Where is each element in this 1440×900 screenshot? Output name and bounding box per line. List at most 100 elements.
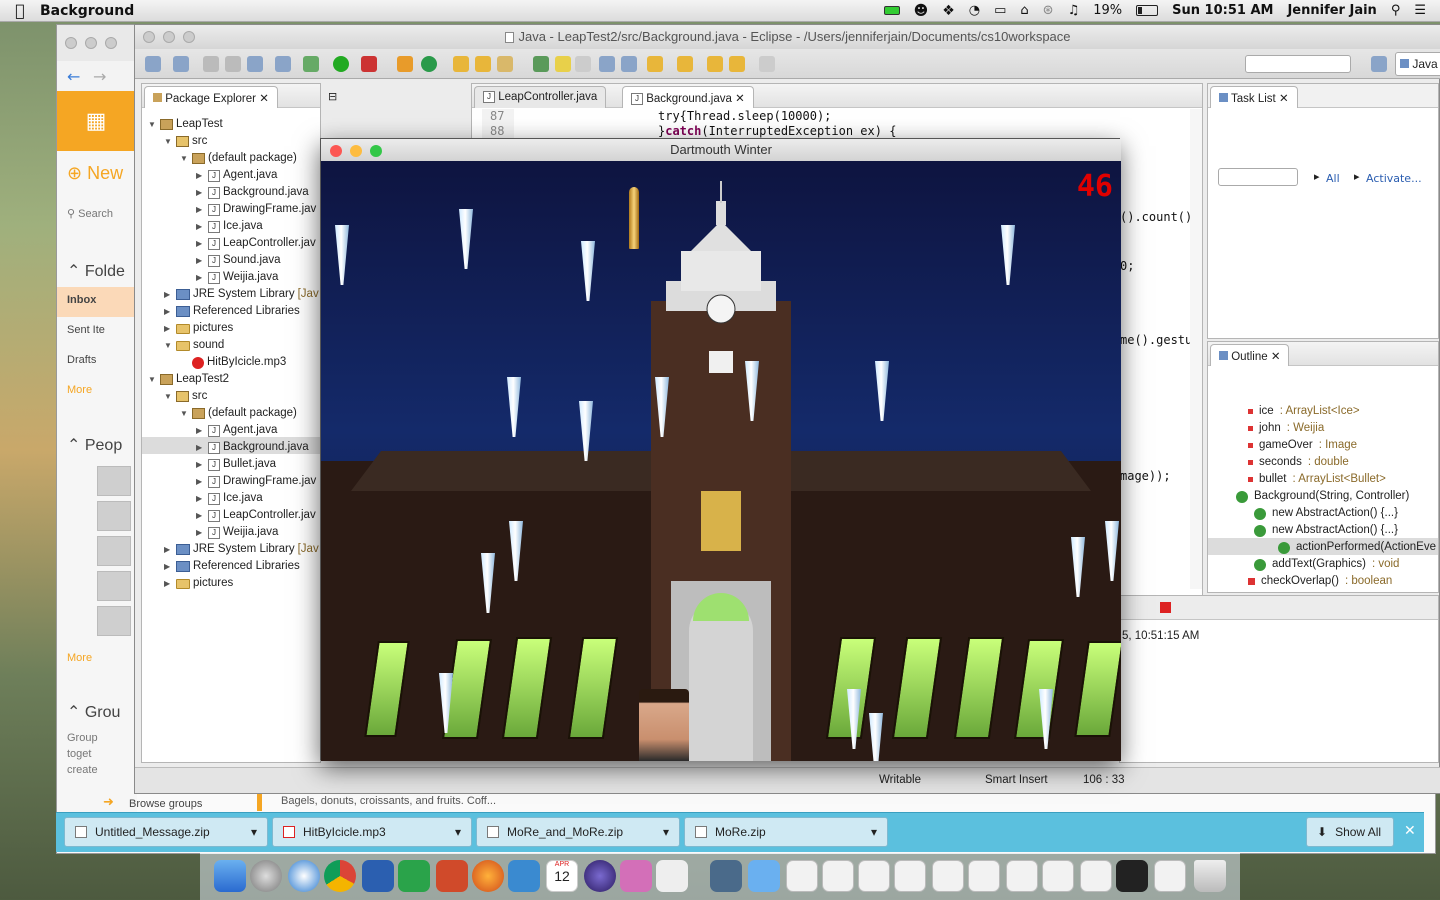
code-line[interactable]: try{Thread.sleep(10000); bbox=[658, 109, 831, 123]
zoom-window-button[interactable] bbox=[370, 145, 382, 157]
launchpad-icon[interactable] bbox=[250, 860, 282, 892]
evernote-icon[interactable] bbox=[398, 860, 430, 892]
chevron-down-icon[interactable]: ▾ bbox=[663, 825, 669, 839]
tree-item[interactable]: ▶ J Weijia.java bbox=[196, 524, 278, 541]
outline-method[interactable]: checkOverlap() : boolean bbox=[1248, 573, 1392, 590]
activate-link[interactable]: Activate... bbox=[1366, 172, 1422, 185]
close-icon[interactable]: ✕ bbox=[1404, 823, 1416, 839]
tab-package-explorer[interactable]: Package Explorer ✕ bbox=[144, 86, 278, 108]
outline-anon-class[interactable]: new AbstractAction() {...} bbox=[1254, 505, 1398, 522]
tree-item[interactable]: ▶ pictures bbox=[164, 320, 233, 337]
spotlight-icon[interactable]: ⚲ bbox=[1391, 3, 1401, 18]
game-center-icon[interactable] bbox=[620, 860, 652, 892]
forward-icon[interactable]: → bbox=[93, 67, 106, 86]
tree-item[interactable]: ▶ J Agent.java bbox=[196, 422, 277, 439]
clock[interactable]: Sun 10:51 AM bbox=[1172, 3, 1273, 18]
tab-background[interactable]: J Background.java ✕ bbox=[622, 86, 754, 108]
external-tools-icon[interactable] bbox=[361, 56, 377, 72]
inbox-folder[interactable]: Inbox bbox=[67, 294, 96, 306]
outline-field[interactable]: ice : ArrayList<Ice> bbox=[1248, 403, 1360, 420]
document-icon[interactable] bbox=[858, 860, 890, 892]
drafts-folder[interactable]: Drafts bbox=[67, 354, 96, 366]
code-fragment[interactable]: ().count() bbox=[1120, 210, 1192, 224]
outline-method[interactable]: addText(Graphics) : void bbox=[1254, 556, 1399, 573]
volume-icon[interactable]: ♫ bbox=[1068, 3, 1080, 18]
eclipse-icon[interactable] bbox=[584, 860, 616, 892]
terminal-icon[interactable] bbox=[1116, 860, 1148, 892]
toggle-mark-icon[interactable] bbox=[533, 56, 549, 72]
last-edit-icon[interactable] bbox=[707, 56, 723, 72]
apple-icon[interactable]:  bbox=[0, 1, 40, 20]
groups-heading[interactable]: ⌃ Grou bbox=[67, 702, 120, 722]
battery-icon[interactable] bbox=[1136, 5, 1159, 16]
tree-item[interactable]: ▶ J Ice.java bbox=[196, 218, 263, 235]
tab-outline[interactable]: Outline ✕ bbox=[1210, 344, 1290, 366]
tree-item[interactable]: ▶ J Sound.java bbox=[196, 252, 281, 269]
more-folders-link[interactable]: More bbox=[67, 384, 92, 396]
search-icon[interactable] bbox=[497, 56, 513, 72]
tab-task-list[interactable]: Task List ✕ bbox=[1210, 86, 1298, 108]
download-item[interactable]: MoRe.zip ▾ bbox=[684, 817, 888, 847]
active-app-name[interactable]: Background bbox=[40, 3, 134, 19]
document-icon[interactable] bbox=[1154, 860, 1186, 892]
java-perspective-button[interactable]: Java bbox=[1395, 52, 1440, 76]
document-icon[interactable] bbox=[968, 860, 1000, 892]
new-button[interactable]: ⊕ New bbox=[67, 163, 123, 184]
document-icon[interactable] bbox=[786, 860, 818, 892]
zoom-window-button[interactable] bbox=[105, 37, 117, 49]
user-name[interactable]: Jennifer Jain bbox=[1287, 3, 1376, 18]
chevron-down-icon[interactable]: ▾ bbox=[455, 825, 461, 839]
avatar[interactable] bbox=[97, 501, 131, 531]
close-icon[interactable]: ✕ bbox=[735, 93, 745, 105]
document-icon[interactable] bbox=[932, 860, 964, 892]
prev-annotation-icon[interactable] bbox=[677, 56, 693, 72]
tree-item[interactable]: ▶ J Agent.java bbox=[196, 167, 277, 184]
tree-item[interactable]: ▶ Referenced Libraries bbox=[164, 303, 300, 320]
tab-leapcontroller[interactable]: J LeapController.java bbox=[474, 86, 607, 108]
overview-ruler[interactable] bbox=[1190, 109, 1202, 589]
firefox-icon[interactable] bbox=[472, 860, 504, 892]
tree-item[interactable]: ▶ pictures bbox=[164, 575, 233, 592]
minimize-window-button[interactable] bbox=[85, 37, 97, 49]
wifi-icon[interactable]: ⌂ bbox=[1020, 3, 1028, 18]
evernote-icon[interactable]: ☻ bbox=[914, 3, 929, 19]
bluetooth-icon[interactable]: ⊛ bbox=[1043, 3, 1054, 18]
run-icon[interactable] bbox=[333, 56, 349, 72]
all-filter-link[interactable]: All bbox=[1326, 172, 1340, 185]
finder-icon[interactable] bbox=[214, 860, 246, 892]
outline-field[interactable]: bullet : ArrayList<Bullet> bbox=[1248, 471, 1386, 488]
chevron-down-icon[interactable]: ▾ bbox=[871, 825, 877, 839]
chevron-down-icon[interactable]: ▾ bbox=[251, 825, 257, 839]
new-java-package-icon[interactable] bbox=[397, 56, 413, 72]
tree-item[interactable]: ▶ J LeapController.jav bbox=[196, 507, 316, 524]
back-icon[interactable]: ← bbox=[67, 67, 80, 86]
word-icon[interactable] bbox=[362, 860, 394, 892]
game-canvas[interactable]: 46 bbox=[321, 161, 1121, 761]
document-icon[interactable] bbox=[1080, 860, 1112, 892]
folder-icon[interactable] bbox=[748, 860, 780, 892]
chrome-icon[interactable] bbox=[324, 860, 356, 892]
download-item[interactable]: MoRe_and_MoRe.zip ▾ bbox=[476, 817, 680, 847]
time-machine-icon[interactable]: ◔ bbox=[969, 3, 980, 18]
battery-status-icon[interactable] bbox=[883, 6, 900, 15]
close-window-button[interactable] bbox=[330, 145, 342, 157]
outline-field[interactable]: gameOver : Image bbox=[1248, 437, 1357, 454]
tree-item[interactable]: ▼ sound bbox=[164, 337, 224, 354]
document-icon[interactable] bbox=[1006, 860, 1038, 892]
print-icon[interactable] bbox=[247, 56, 263, 72]
tree-item[interactable]: ▶ J Background.java bbox=[196, 184, 309, 201]
more-people-link[interactable]: More bbox=[67, 652, 92, 664]
close-icon[interactable]: ✕ bbox=[1271, 351, 1281, 363]
tree-item[interactable]: ▶ J DrawingFrame.jav bbox=[196, 201, 316, 218]
dropbox-icon[interactable]: ❖ bbox=[942, 3, 955, 19]
notification-center-icon[interactable]: ☰ bbox=[1414, 3, 1426, 18]
tree-item[interactable]: ▶ JRE System Library [Jav bbox=[164, 541, 319, 558]
highlight-icon[interactable] bbox=[555, 56, 571, 72]
back-icon[interactable] bbox=[729, 56, 745, 72]
task-filter-input[interactable] bbox=[1218, 168, 1298, 186]
debug-icon[interactable] bbox=[303, 56, 319, 72]
tree-item[interactable]: ▶ J Ice.java bbox=[196, 490, 263, 507]
calendar-icon[interactable]: APR 12 bbox=[546, 860, 578, 892]
show-all-downloads-button[interactable]: ⬇ Show All bbox=[1306, 817, 1394, 847]
avatar[interactable] bbox=[97, 466, 131, 496]
